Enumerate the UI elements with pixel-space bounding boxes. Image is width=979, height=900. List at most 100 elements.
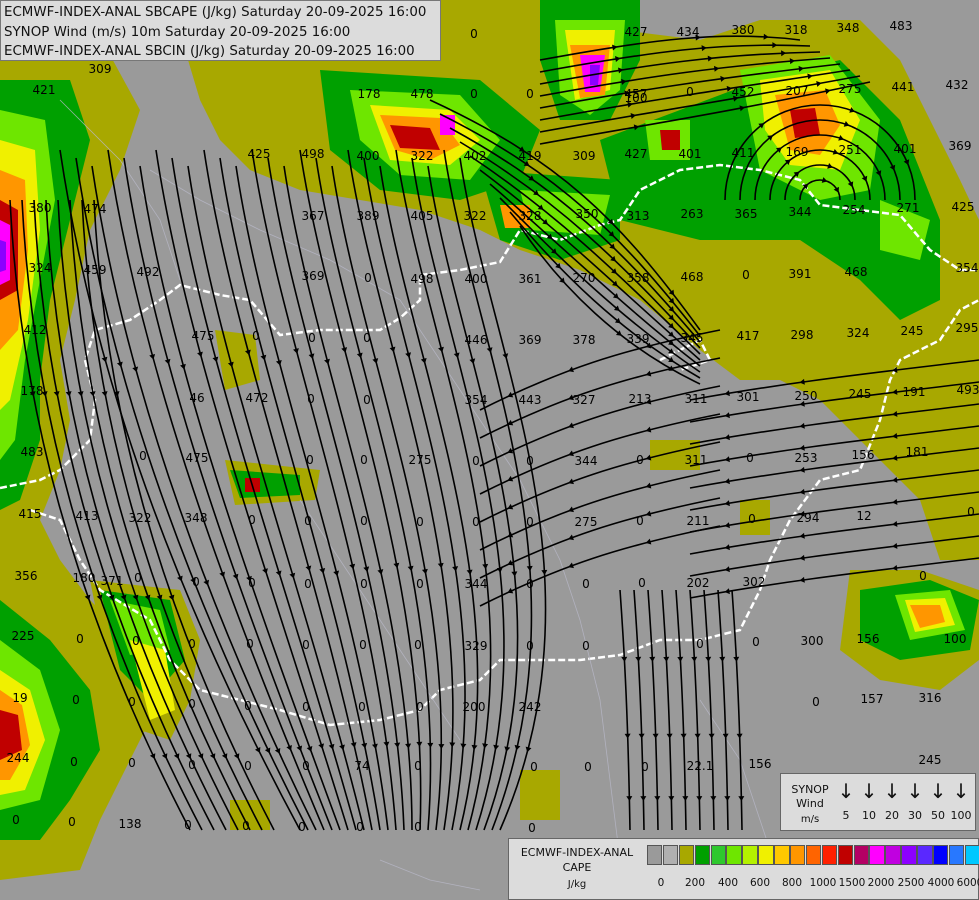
cin-value-label: 0 <box>919 569 927 583</box>
cin-value-label: 492 <box>137 265 160 279</box>
cin-value-label: 0 <box>70 755 78 769</box>
cin-value-label: 0 <box>307 392 315 406</box>
cin-value-label: 468 <box>681 270 704 284</box>
cin-value-label: 245 <box>919 753 942 767</box>
cape-color-swatch <box>948 845 965 865</box>
cin-value-label: 0 <box>188 697 196 711</box>
cin-value-label: 0 <box>248 576 256 590</box>
cin-value-label: 74 <box>354 759 369 773</box>
cin-value-label: 425 <box>952 200 975 214</box>
wind-legend-item: ↓ 50 <box>927 780 949 823</box>
cin-value-label: 275 <box>575 515 598 529</box>
cape-wind-map: 4213092693410427434380318348483178478004… <box>0 0 979 900</box>
cin-value-label: 302 <box>743 575 766 589</box>
cin-value-label: 309 <box>573 149 596 163</box>
cin-value-label: 0 <box>132 634 140 648</box>
cin-value-label: 0 <box>192 575 200 589</box>
cin-value-label: 369 <box>302 269 325 283</box>
cin-value-label: 200 <box>463 700 486 714</box>
cin-value-label: 0 <box>470 87 478 101</box>
cin-value-label: 354 <box>956 261 979 275</box>
cin-value-label: 0 <box>128 756 136 770</box>
cin-value-label: 391 <box>789 267 812 281</box>
cin-value-label: 425 <box>248 147 271 161</box>
cin-value-label: 413 <box>76 509 99 523</box>
cin-value-label: 0 <box>302 700 310 714</box>
wind-legend-item: ↓ 100 <box>950 779 972 822</box>
down-arrow-icon: ↓ <box>883 779 901 803</box>
cin-value-label: 0 <box>414 759 422 773</box>
cin-value-label: 298 <box>791 328 814 342</box>
cin-value-label: 0 <box>414 638 422 652</box>
cin-value-label: 0 <box>812 695 820 709</box>
cin-value-label: 309 <box>89 62 112 76</box>
cin-value-label: 0 <box>530 760 538 774</box>
wind-legend-item: ↓ 10 <box>858 780 880 823</box>
cape-scale-tick: 0 <box>657 877 665 889</box>
cin-value-label: 328 <box>519 209 542 223</box>
cin-value-label: 405 <box>411 209 434 223</box>
cape-color-swatch <box>901 845 917 865</box>
cin-value-label: 311 <box>685 453 708 467</box>
cin-value-label: 367 <box>302 209 325 223</box>
cin-value-label: 0 <box>246 637 254 651</box>
cin-value-label: 344 <box>789 205 812 219</box>
cin-value-label: 0 <box>638 576 646 590</box>
cin-value-label: 0 <box>188 758 196 772</box>
cin-value-label: 0 <box>363 393 371 407</box>
cin-value-label: 427 <box>625 25 648 39</box>
cape-scale-tick: 2500 <box>897 877 925 889</box>
wind-legend: SYNOP Wind m/s ↓ 5 ↓ 10 ↓ 20 ↓ 30 ↓ 50 ↓ 100 <box>780 773 976 831</box>
cin-value-label: 157 <box>861 692 884 706</box>
cin-value-label: 483 <box>890 19 913 33</box>
wind-legend-item: ↓ 20 <box>881 780 903 823</box>
cin-value-label: 0 <box>188 637 196 651</box>
cin-value-label: 400 <box>357 149 380 163</box>
cin-value-label: 0 <box>359 638 367 652</box>
cin-value-label: 0 <box>298 820 306 834</box>
cin-value-label: 443 <box>519 393 542 407</box>
cin-value-label: 0 <box>748 512 756 526</box>
cin-value-label: 253 <box>795 451 818 465</box>
cin-value-label: 0 <box>139 449 147 463</box>
cin-value-label: 427 <box>625 147 648 161</box>
cin-value-label: 0 <box>746 451 754 465</box>
cin-value-label: 419 <box>519 149 542 163</box>
cape-color-swatch <box>662 845 679 865</box>
cin-value-label: 322 <box>411 149 434 163</box>
cin-value-label: 0 <box>752 635 760 649</box>
cin-value-label: 358 <box>627 271 650 285</box>
cin-value-label: 0 <box>360 577 368 591</box>
cin-value-label: 348 <box>185 511 208 525</box>
cin-value-label: 0 <box>414 820 422 834</box>
cape-color-swatch <box>821 845 838 865</box>
cin-value-label: 275 <box>839 82 862 96</box>
cin-value-label: 389 <box>357 209 380 223</box>
cin-value-label: 354 <box>465 393 488 407</box>
cin-value-label: 365 <box>735 207 758 221</box>
cin-value-label: 180 <box>73 571 96 585</box>
cin-value-label: 327 <box>573 393 596 407</box>
cin-value-label: 0 <box>416 515 424 529</box>
cin-value-label: 378 <box>573 333 596 347</box>
cin-value-label: 270 <box>573 271 596 285</box>
cin-value-label: 0 <box>302 638 310 652</box>
cin-value-label: 475 <box>192 329 215 343</box>
cin-value-label: 369 <box>949 139 972 153</box>
cin-value-label: 0 <box>76 632 84 646</box>
cin-value-label: 301 <box>737 390 760 404</box>
cin-value-label: 46 <box>189 391 204 405</box>
cin-value-label: 0 <box>967 505 975 519</box>
cin-value-label: 0 <box>686 85 694 99</box>
cin-value-label: 446 <box>465 333 488 347</box>
down-arrow-icon: ↓ <box>929 779 947 803</box>
down-arrow-icon: ↓ <box>860 779 878 803</box>
cin-value-label: 434 <box>677 25 700 39</box>
cin-value-label: 0 <box>584 760 592 774</box>
cin-value-label: 0 <box>528 821 536 835</box>
cape-color-swatch <box>774 845 790 865</box>
cape-color-swatch <box>964 845 979 865</box>
cape-color-swatch <box>933 845 949 865</box>
cin-value-label: 339 <box>627 332 650 346</box>
cin-value-label: 401 <box>679 147 702 161</box>
